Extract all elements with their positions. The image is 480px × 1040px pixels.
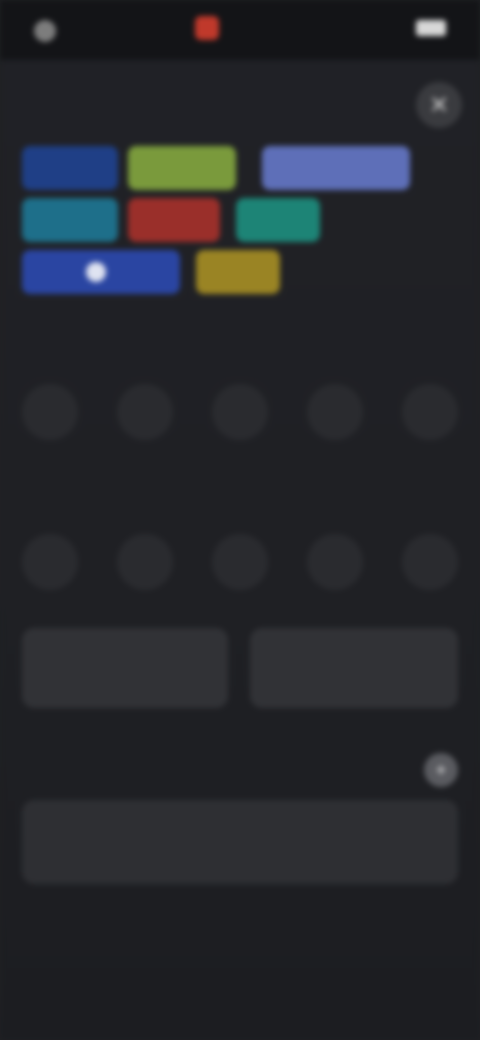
battery-icon [416,20,446,36]
topic-chip[interactable] [22,146,118,190]
close-icon: ✕ [428,91,450,119]
close-button[interactable]: ✕ [416,82,462,128]
status-left [34,20,64,42]
action-button-right[interactable] [250,628,458,708]
rating-option[interactable] [22,534,78,590]
comment-input[interactable] [22,800,458,884]
notification-icon [34,20,56,42]
topic-chip[interactable] [128,198,220,242]
topic-chip-more[interactable] [306,250,386,294]
rating-option[interactable] [22,384,78,440]
topic-chip[interactable] [22,198,118,242]
status-right [410,20,446,36]
rating-option[interactable] [117,384,173,440]
rating-option[interactable] [212,534,268,590]
rating-option[interactable] [212,384,268,440]
rating-option[interactable] [307,384,363,440]
status-app [195,16,225,40]
comment-toggle-button[interactable]: + [424,753,458,787]
rating-option[interactable] [117,534,173,590]
rating-option[interactable] [402,384,458,440]
rating-option[interactable] [307,534,363,590]
action-button-left[interactable] [22,628,228,708]
topic-chip[interactable] [236,198,320,242]
rating-2-options [22,534,458,590]
rating-option[interactable] [402,534,458,590]
plus-circle-icon [86,262,106,282]
topic-chip[interactable] [128,146,236,190]
topic-chip[interactable] [22,250,180,294]
plus-icon: + [435,759,447,780]
rating-1-options [22,384,458,440]
status-bar [0,0,480,60]
topic-chip[interactable] [196,250,280,294]
app-logo-icon [195,16,219,40]
topic-chip[interactable] [262,146,410,190]
feedback-screen: ✕ + [0,0,480,1040]
